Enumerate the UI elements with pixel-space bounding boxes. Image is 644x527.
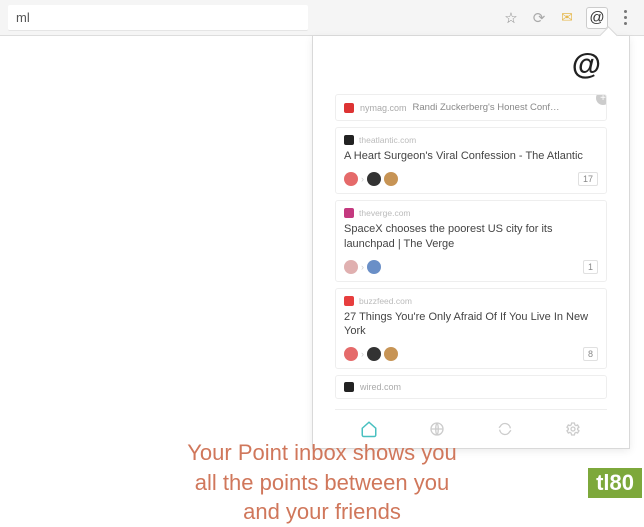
mail-extension-icon[interactable]: ✉ xyxy=(558,9,576,27)
avatar xyxy=(384,172,398,186)
globe-icon[interactable] xyxy=(428,420,446,438)
card-domain: buzzfeed.com xyxy=(359,296,412,306)
toolbar-icons: ☆ ⟳ ✉ @ xyxy=(502,7,636,29)
avatar-group: › xyxy=(344,172,398,186)
arrow-icon: › xyxy=(361,349,364,359)
avatar xyxy=(384,347,398,361)
caption-line: and your friends xyxy=(243,499,401,524)
avatar-group: › xyxy=(344,260,381,274)
favicon-icon xyxy=(344,135,354,145)
sync-icon[interactable] xyxy=(496,420,514,438)
browser-toolbar: ml ☆ ⟳ ✉ @ xyxy=(0,0,644,36)
inbox-card[interactable]: theatlantic.com A Heart Surgeon's Viral … xyxy=(335,127,607,194)
arrow-icon: › xyxy=(361,174,364,184)
add-plus-icon[interactable]: + xyxy=(596,94,607,105)
avatar xyxy=(344,260,358,274)
card-domain: nymag.com xyxy=(360,103,407,113)
card-title-short: Randi Zuckerberg's Honest Conf… xyxy=(413,102,560,113)
page-content: @ nymag.com Randi Zuckerberg's Honest Co… xyxy=(0,36,644,500)
inbox-card-collapsed[interactable]: nymag.com Randi Zuckerberg's Honest Conf… xyxy=(335,94,607,121)
watermark: tl80 xyxy=(588,468,642,498)
avatar-group: › xyxy=(344,347,398,361)
avatar xyxy=(367,172,381,186)
card-domain: theatlantic.com xyxy=(359,135,416,145)
home-icon[interactable] xyxy=(360,420,378,438)
caption-line: all the points between you xyxy=(195,470,449,495)
inbox-card-peek[interactable]: wired.com xyxy=(335,375,607,399)
refresh-circle-icon[interactable]: ⟳ xyxy=(530,9,548,27)
inbox-list: nymag.com Randi Zuckerberg's Honest Conf… xyxy=(335,94,607,399)
point-extension-icon[interactable]: @ xyxy=(586,7,608,29)
bookmark-star-icon[interactable]: ☆ xyxy=(502,9,520,27)
marketing-caption: Your Point inbox shows you all the point… xyxy=(112,438,532,527)
gear-icon[interactable] xyxy=(564,420,582,438)
favicon-icon xyxy=(344,208,354,218)
avatar xyxy=(367,260,381,274)
count-badge: 8 xyxy=(583,347,598,361)
inbox-card[interactable]: theverge.com SpaceX chooses the poorest … xyxy=(335,200,607,282)
count-badge: 17 xyxy=(578,172,598,186)
url-fragment: ml xyxy=(16,10,30,25)
card-title: A Heart Surgeon's Viral Confession - The… xyxy=(344,149,598,164)
card-domain: wired.com xyxy=(360,382,401,392)
address-bar[interactable]: ml xyxy=(8,5,308,31)
count-badge: 1 xyxy=(583,260,598,274)
avatar xyxy=(344,172,358,186)
avatar xyxy=(344,347,358,361)
card-title: 27 Things You're Only Afraid Of If You L… xyxy=(344,310,598,340)
point-logo-icon: @ xyxy=(335,50,607,80)
arrow-icon: › xyxy=(361,262,364,272)
card-domain: theverge.com xyxy=(359,208,411,218)
avatar xyxy=(367,347,381,361)
favicon-icon xyxy=(344,296,354,306)
caption-line: Your Point inbox shows you xyxy=(187,440,456,465)
card-title: SpaceX chooses the poorest US city for i… xyxy=(344,222,598,252)
point-popup-panel: @ nymag.com Randi Zuckerberg's Honest Co… xyxy=(312,36,630,449)
favicon-icon xyxy=(344,382,354,392)
browser-menu-icon[interactable] xyxy=(618,9,632,27)
favicon-icon xyxy=(344,103,354,113)
inbox-card[interactable]: buzzfeed.com 27 Things You're Only Afrai… xyxy=(335,288,607,370)
